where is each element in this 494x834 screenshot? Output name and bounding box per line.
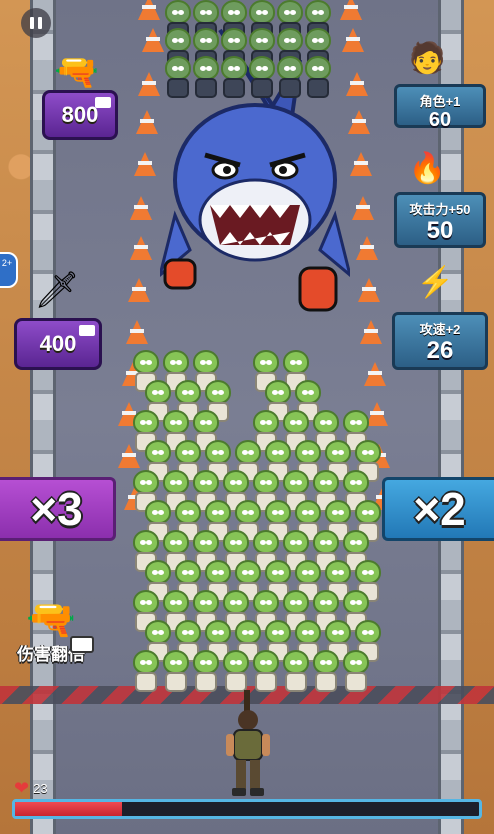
multiplier-gate-left[interactable]: ×3: [0, 477, 116, 541]
hp-indicator: ❤ 23: [14, 779, 48, 797]
traffic-cone: [130, 196, 152, 220]
traffic-cone: [356, 236, 378, 260]
pistol-icon: 🔫: [26, 598, 76, 642]
damage-double-button[interactable]: 🔫 伤害翻倍: [6, 600, 96, 665]
traffic-cone: [352, 196, 374, 220]
heart-icon: ❤: [14, 778, 30, 798]
upgrade-label: 攻速+2: [419, 322, 461, 337]
video-icon: [70, 636, 94, 653]
pause-button[interactable]: [21, 8, 51, 38]
traffic-cone: [350, 152, 372, 176]
upgrade-attack-speed[interactable]: 攻速+2 26: [392, 312, 488, 370]
upgrade-value: 60: [428, 109, 452, 131]
traffic-cone: [340, 0, 362, 20]
traffic-cone: [364, 362, 386, 386]
upgrade-value: 26: [426, 337, 454, 364]
traffic-cone: [134, 152, 156, 176]
rifle-icon: 🔫: [54, 51, 99, 92]
traffic-cone: [360, 320, 382, 344]
traffic-cone: [138, 0, 160, 20]
traffic-cone: [348, 110, 370, 134]
side-badge[interactable]: 2+: [0, 252, 18, 288]
bullet-speed-icon: ⚡: [416, 266, 454, 299]
upgrade-value: 50: [426, 217, 454, 244]
traffic-cone: [126, 320, 148, 344]
video-icon: [95, 97, 111, 108]
video-icon: [79, 325, 95, 336]
pause-icon: [30, 17, 34, 29]
bullet-fire-icon: 🔥: [408, 152, 446, 185]
upgrade-attack[interactable]: 攻击力+50 50: [394, 192, 486, 248]
weapon-pickup-knife[interactable]: 400: [14, 318, 102, 370]
upgrade-label: 角色+1: [419, 94, 461, 109]
soldier-avatar-icon: 🧑: [408, 42, 446, 75]
traffic-cone: [358, 278, 380, 302]
knife-icon: 🗡: [34, 269, 80, 310]
upgrade-character[interactable]: 角色+1 60: [394, 84, 486, 131]
weapon-pickup-rifle[interactable]: 800: [42, 90, 118, 140]
hp-bar: [12, 799, 482, 819]
traffic-cone: [138, 72, 160, 96]
traffic-cone: [128, 278, 150, 302]
pickup-value: 800: [61, 102, 99, 127]
upgrade-label: 攻击力+50: [409, 202, 471, 217]
traffic-cone: [136, 110, 158, 134]
pickup-value: 400: [39, 331, 77, 356]
multiplier-gate-right[interactable]: ×2: [382, 477, 494, 541]
hp-value: 23: [33, 780, 48, 796]
hp-bar-fill: [15, 802, 122, 816]
player-soldier: [226, 690, 270, 796]
zombie: [338, 650, 374, 694]
traffic-cone: [130, 236, 152, 260]
zombie: [300, 56, 336, 100]
